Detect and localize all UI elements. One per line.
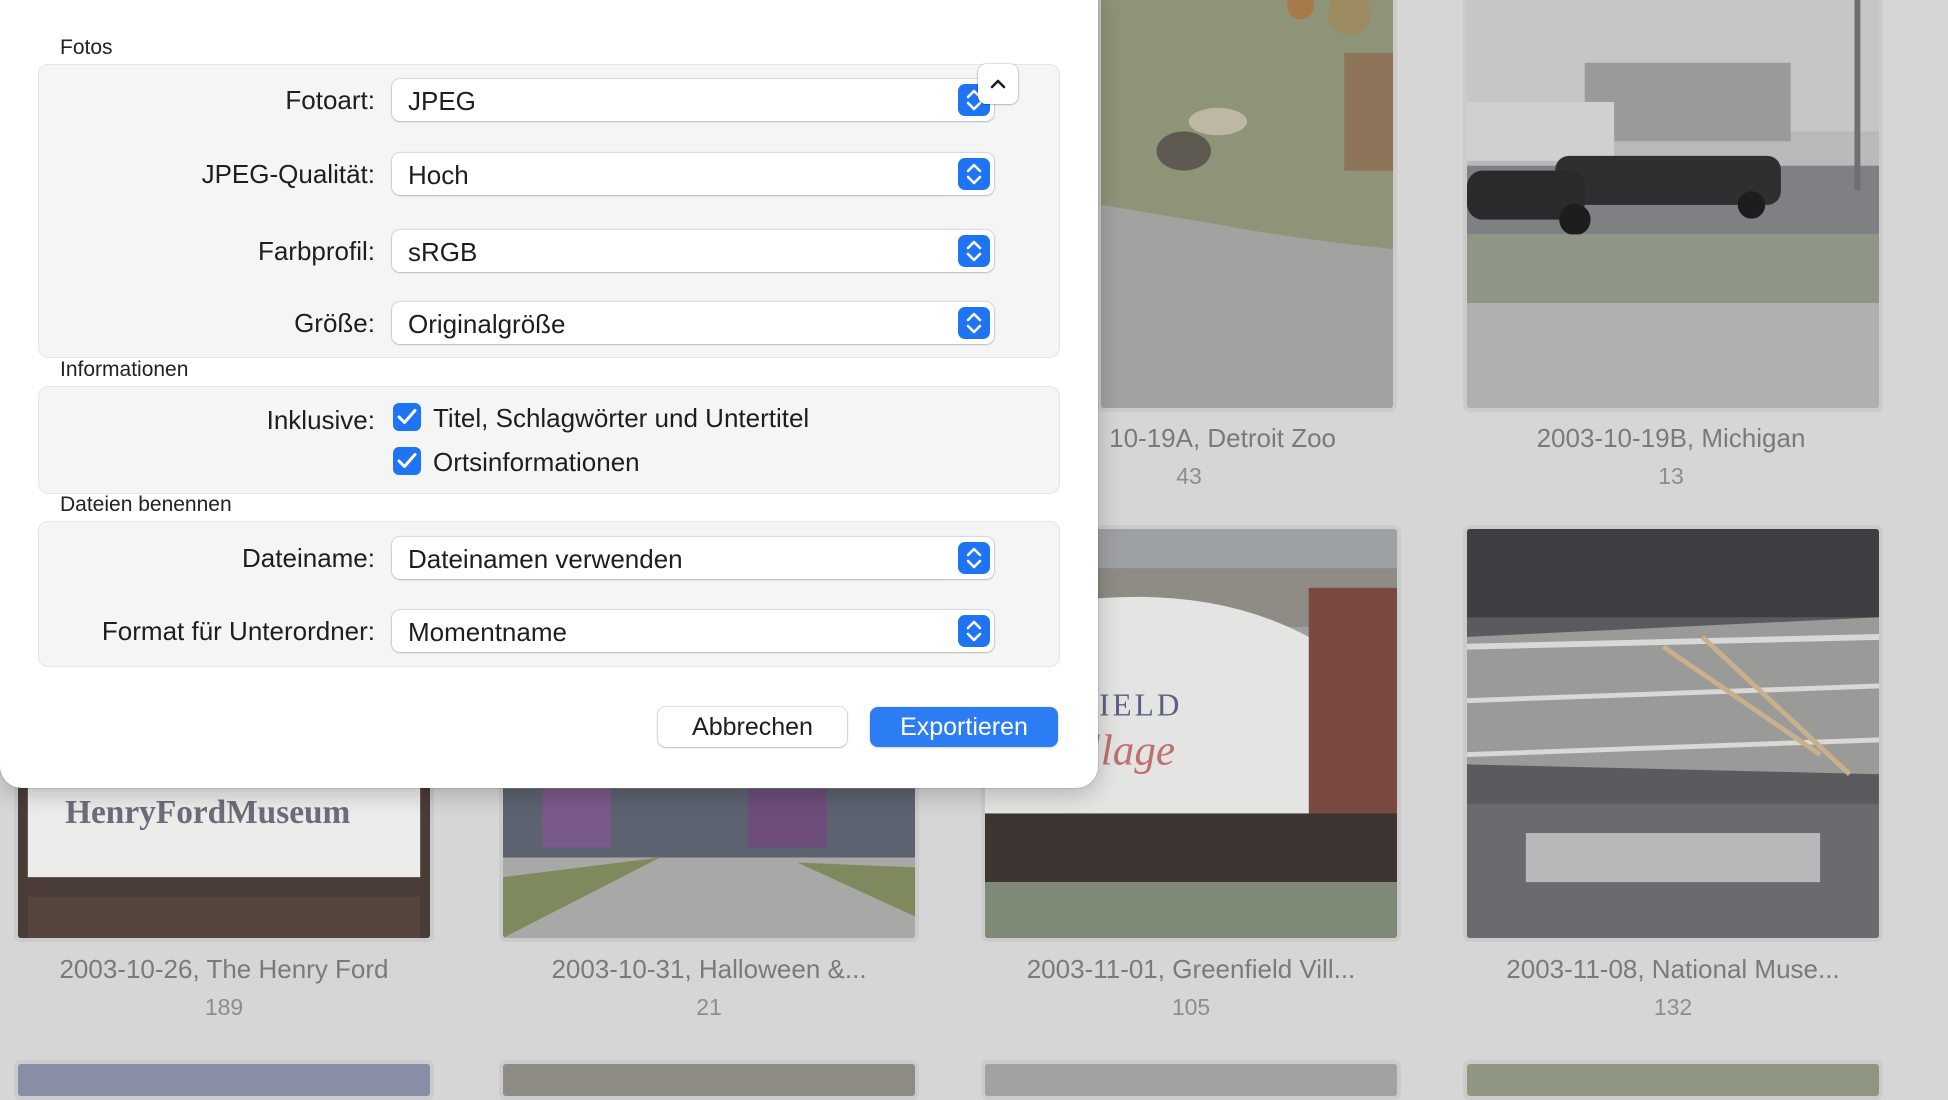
color-profile-popup[interactable]: sRGB (392, 230, 994, 272)
include-label: Inklusive: (266, 405, 375, 435)
export-dialog: Fotos Fotoart: JPEG JPEG-Qualität: Hoch … (0, 0, 1098, 788)
subfolder-format-label: Format für Unterordner: (101, 616, 375, 646)
album-thumbnail[interactable] (981, 1060, 1401, 1100)
album-count: 132 (1653, 994, 1693, 1020)
file-name-popup[interactable]: Dateinamen verwenden (392, 537, 994, 579)
info-group: Inklusive: Titel, Schlagwörter und Unter… (38, 386, 1060, 494)
section-title-photos: Fotos (60, 36, 113, 59)
album-thumbnail[interactable] (1463, 525, 1883, 942)
include-location-option[interactable]: Ortsinformationen (391, 445, 691, 479)
file-name-label: Dateiname: (242, 543, 375, 573)
collapse-details-button[interactable] (978, 64, 1018, 104)
section-title-files: Dateien benennen (60, 493, 232, 516)
photo-type-value: JPEG (408, 86, 476, 116)
include-location-label: Ortsinformationen (433, 447, 640, 477)
chevron-up-down-icon (958, 158, 990, 190)
section-title-info: Informationen (60, 358, 189, 381)
album-title: 2003-10-19B, Michigan (1536, 423, 1806, 453)
album-thumbnail[interactable] (499, 1060, 919, 1100)
album-count: 189 (204, 994, 244, 1020)
include-titles-option[interactable]: Titel, Schlagwörter und Untertitel (391, 401, 891, 435)
album-thumbnail[interactable] (1097, 0, 1397, 412)
subfolder-format-popup[interactable]: Momentname (392, 610, 994, 652)
jpeg-quality-value: Hoch (408, 160, 469, 190)
color-profile-value: sRGB (408, 237, 478, 267)
file-name-value: Dateinamen verwenden (408, 544, 683, 574)
photo-type-popup[interactable]: JPEG (392, 79, 994, 121)
album-thumbnail[interactable] (14, 1060, 434, 1100)
size-value: Originalgröße (408, 309, 566, 339)
export-button[interactable]: Exportieren (870, 707, 1058, 747)
chevron-up-down-icon (958, 307, 990, 339)
chevron-up-down-icon (958, 615, 990, 647)
album-title: 2003-11-08, National Muse... (1506, 954, 1840, 984)
album-title: 2003-10-31, Halloween &... (551, 954, 867, 984)
photos-group: Fotoart: JPEG JPEG-Qualität: Hoch Farbpr… (38, 64, 1060, 358)
jpeg-quality-popup[interactable]: Hoch (392, 153, 994, 195)
chevron-up-down-icon (958, 235, 990, 267)
photo-type-label: Fotoart: (285, 85, 375, 115)
sign-text: HenryFordMuseum (65, 794, 350, 831)
jpeg-quality-label: JPEG-Qualität: (201, 159, 375, 189)
album-count: 21 (696, 994, 722, 1020)
chevron-up-down-icon (958, 542, 990, 574)
album-title: 2003-10-26, The Henry Ford (59, 954, 389, 984)
cancel-button[interactable]: Abbrechen (658, 707, 847, 747)
album-count: 105 (1171, 994, 1211, 1020)
color-profile-label: Farbprofil: (257, 236, 375, 266)
include-location-checkbox[interactable] (393, 447, 421, 475)
subfolder-format-value: Momentname (408, 617, 567, 647)
album-count: 13 (1658, 463, 1684, 489)
album-title: 2003-11-01, Greenfield Vill... (1026, 954, 1356, 984)
include-titles-label: Titel, Schlagwörter und Untertitel (433, 403, 810, 433)
include-titles-checkbox[interactable] (393, 403, 421, 431)
files-group: Dateiname: Dateinamen verwenden Format f… (38, 521, 1060, 667)
size-popup[interactable]: Originalgröße (392, 302, 994, 344)
size-label: Größe: (294, 308, 375, 338)
album-thumbnail[interactable] (1463, 1060, 1883, 1100)
album-thumbnail[interactable] (1463, 0, 1883, 412)
